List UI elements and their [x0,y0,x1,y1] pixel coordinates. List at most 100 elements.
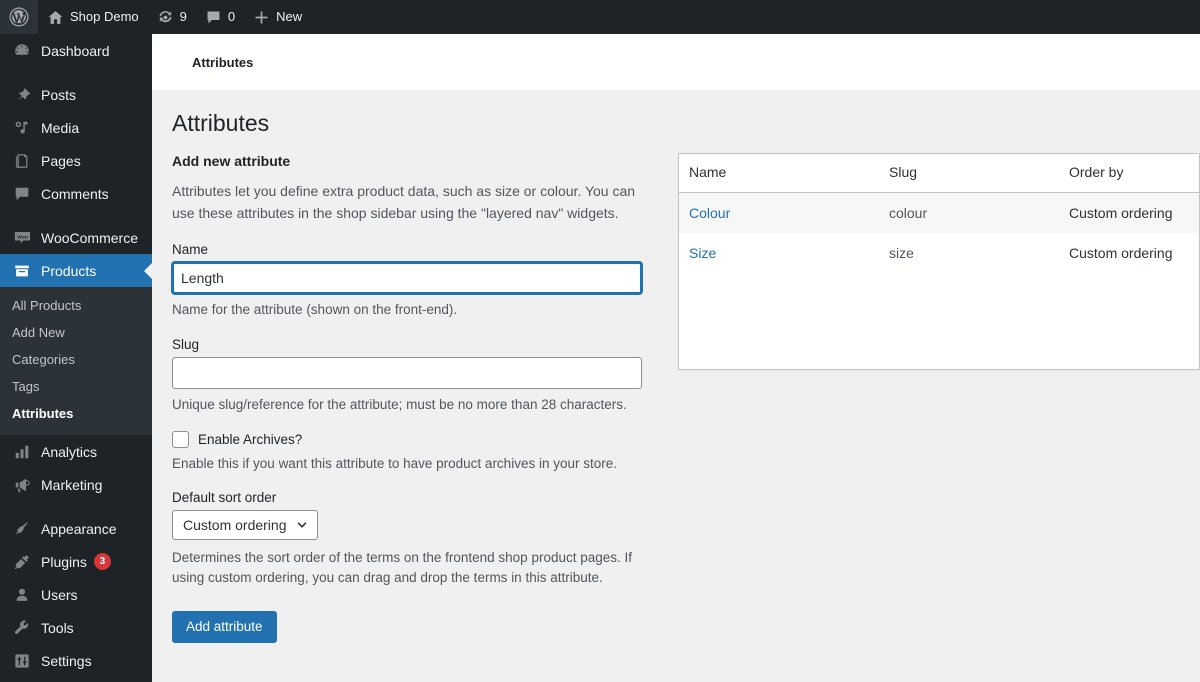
attributes-table-head: Name Slug Order by [679,154,1199,193]
media-icon [12,118,32,138]
topbar-tab-label: Attributes [192,54,254,70]
paintbrush-icon [12,519,32,539]
sidebar-item-label: Posts [41,86,77,103]
sidebar-item-label: Marketing [41,476,103,493]
menu-separator [0,210,152,221]
add-attribute-form: Add new attribute Attributes let you def… [172,153,662,643]
row-slug-cell: size [889,244,914,261]
submenu-item-all-products[interactable]: All Products [0,292,152,319]
sidebar-item-label: Plugins [41,553,87,570]
table-empty-space [679,273,1199,369]
updates-button[interactable]: 9 [148,0,196,34]
sidebar-item-settings[interactable]: Settings [0,644,152,677]
sidebar-item-label: Settings [41,652,92,669]
sidebar-item-label: Media [41,119,80,136]
comment-bubble-icon [12,184,32,204]
bar-chart-icon [12,442,32,462]
sidebar-item-analytics[interactable]: Analytics [0,435,152,468]
table-row[interactable]: Colour colour Custom ordering [679,192,1199,233]
pin-icon [12,85,32,105]
enable-archives-checkbox[interactable] [172,430,189,448]
comment-bubble-icon [205,9,222,26]
enable-archives-label[interactable]: Enable Archives? [198,432,302,447]
sidebar-item-pages[interactable]: Pages [0,144,152,177]
user-icon [12,585,32,605]
attribute-link-colour[interactable]: Colour [689,205,730,221]
admin-sidebar-menu: Dashboard Posts Media Pages Comments Woo… [0,34,152,682]
add-attribute-button[interactable]: Add attribute [172,610,277,643]
row-name-cell: Size [679,233,879,273]
row-order-by-cell: Custom ordering [1069,244,1173,261]
new-content-button[interactable]: New [244,0,311,34]
megaphone-icon [12,475,32,495]
menu-separator [0,67,152,78]
sidebar-item-label: Appearance [41,520,117,537]
name-field-label: Name [172,242,209,258]
table-empty-cell [679,273,1199,369]
sidebar-item-appearance[interactable]: Appearance [0,512,152,545]
slug-field-hint: Unique slug/reference for the attribute;… [172,396,627,412]
page-wrap: Attributes Add new attribute Attributes … [152,90,1200,643]
sidebar-item-label: WooCommerce [41,229,138,246]
woocommerce-icon: Woo [12,228,32,248]
form-description: Attributes let you define extra product … [172,182,636,221]
sidebar-item-label: Products [41,262,97,279]
enable-archives-row: Enable Archives? [172,430,652,448]
sidebar-item-label: Dashboard [41,42,110,59]
wrench-icon [12,618,32,638]
row-name-cell: Colour [679,192,879,233]
wordpress-logo-button[interactable] [0,0,38,34]
sort-order-hint: Determines the sort order of the terms o… [172,550,633,586]
sidebar-item-users[interactable]: Users [0,578,152,611]
enable-archives-hint: Enable this if you want this attribute t… [172,455,617,471]
attributes-table-body: Colour colour Custom ordering Size size … [679,192,1199,369]
comments-button[interactable]: 0 [196,0,244,34]
column-header-order-by[interactable]: Order by [1059,154,1199,193]
submenu-item-tags[interactable]: Tags [0,373,152,400]
plugins-update-badge: 3 [93,553,111,570]
attribute-slug-input[interactable] [172,356,642,389]
column-header-name[interactable]: Name [679,154,879,193]
table-row[interactable]: Size size Custom ordering [679,233,1199,273]
sidebar-item-posts[interactable]: Posts [0,78,152,111]
menu-separator [0,501,152,512]
updates-count: 9 [179,9,187,24]
sort-order-label: Default sort order [172,490,277,506]
default-sort-order-select[interactable]: Custom ordering [172,510,318,541]
content-topbar: Attributes [152,34,1200,90]
table-header-row: Name Slug Order by [679,154,1199,193]
form-heading: Add new attribute [172,152,291,169]
two-column-layout: Add new attribute Attributes let you def… [172,152,1200,643]
sidebar-item-label: Users [41,586,78,603]
name-field-hint: Name for the attribute (shown on the fro… [172,302,458,318]
sidebar-item-comments[interactable]: Comments [0,177,152,210]
plus-icon [253,9,270,26]
sidebar-item-label: Comments [41,185,109,202]
slug-field-label: Slug [172,336,200,352]
sidebar-item-media[interactable]: Media [0,111,152,144]
sort-order-value: Custom ordering [183,517,287,534]
row-slug-cell: colour [879,192,1059,233]
home-icon [47,9,64,26]
dashboard-icon [12,41,32,61]
submenu-item-categories[interactable]: Categories [0,346,152,373]
sidebar-item-marketing[interactable]: Marketing [0,468,152,501]
column-header-slug[interactable]: Slug [879,154,1059,193]
sidebar-item-woocommerce[interactable]: Woo WooCommerce [0,221,152,254]
attribute-link-size[interactable]: Size [689,245,716,261]
attributes-table-panel: Name Slug Order by Colour colour Custom … [662,152,1200,370]
attribute-name-input[interactable] [172,262,642,295]
sidebar-item-plugins[interactable]: Plugins 3 [0,545,152,578]
sidebar-item-products[interactable]: Products [0,254,152,287]
comments-count: 0 [227,9,236,24]
submenu-item-attributes[interactable]: Attributes [0,400,152,427]
products-submenu: All Products Add New Categories Tags Att… [0,287,152,435]
sidebar-item-dashboard[interactable]: Dashboard [0,34,152,67]
attributes-table: Name Slug Order by Colour colour Custom … [678,152,1200,370]
site-name-button[interactable]: Shop Demo [38,0,148,34]
sidebar-item-tools[interactable]: Tools [0,611,152,644]
products-box-icon [12,261,32,281]
chevron-down-icon [296,519,308,531]
submenu-item-add-new[interactable]: Add New [0,319,152,346]
svg-text:Woo: Woo [17,235,28,241]
